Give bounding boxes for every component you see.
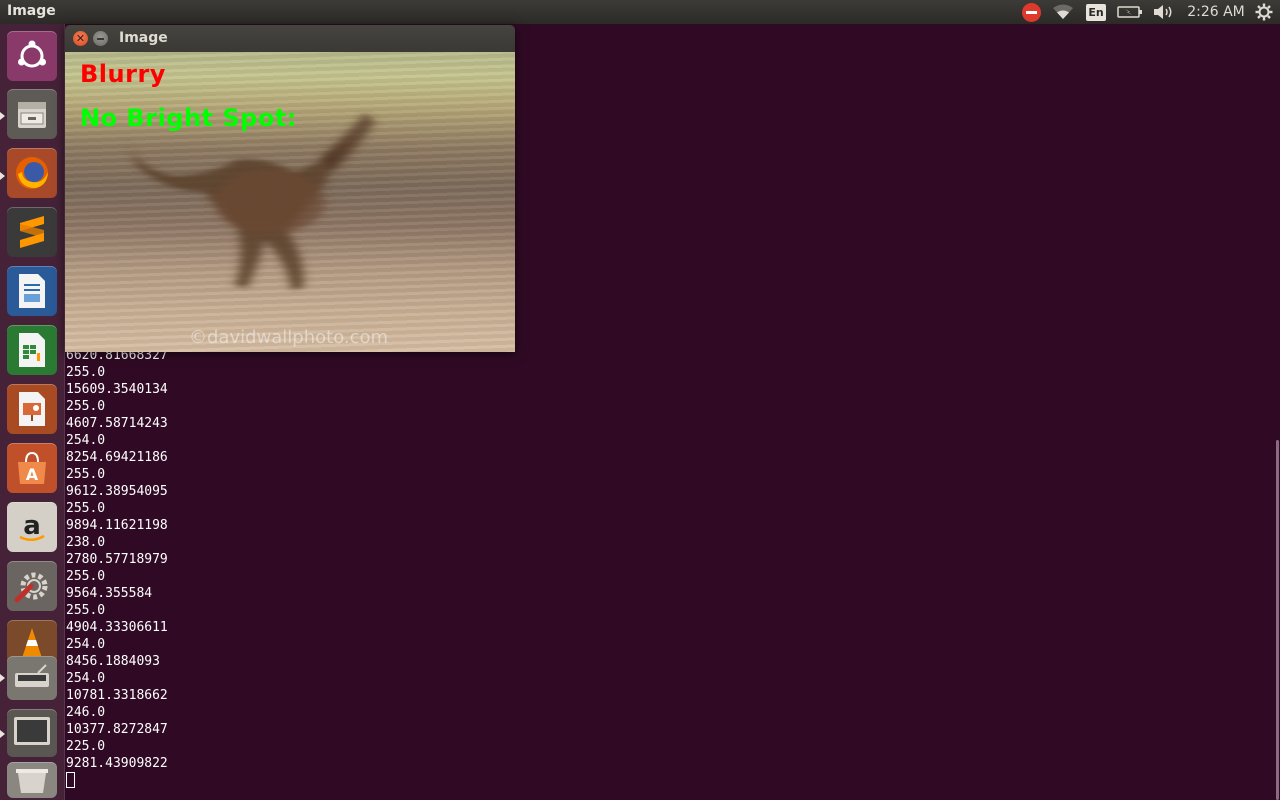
blur-status-label: Blurry <box>80 60 166 88</box>
terminal-line: 10377.8272847 <box>66 722 168 737</box>
keyboard-indicator[interactable]: En <box>1085 0 1107 24</box>
wifi-indicator[interactable] <box>1051 0 1075 24</box>
kangaroo-silhouette <box>125 112 375 290</box>
terminal-line: 238.0 <box>66 535 106 550</box>
terminal-line: 255.0 <box>66 467 106 482</box>
terminal-line: 255.0 <box>66 399 106 414</box>
launcher-item-ubuntu-dash[interactable] <box>7 31 57 81</box>
launcher-item-libreoffice-writer[interactable] <box>7 266 57 316</box>
launcher-item-terminal-window[interactable] <box>7 709 57 757</box>
amazon-icon: a <box>19 511 45 541</box>
terminal-line: 2780.57718979 <box>66 552 168 567</box>
launcher-item-trash[interactable] <box>7 762 57 798</box>
window-title: Image <box>119 30 168 46</box>
terminal-line: 8456.1884093 <box>66 654 160 669</box>
active-app-title: Image <box>7 3 56 19</box>
file-cabinet-icon <box>18 102 46 128</box>
clock[interactable]: 2:26 AM <box>1186 0 1246 24</box>
terminal-line: 254.0 <box>66 671 106 686</box>
no-entry-icon <box>1021 2 1041 22</box>
wifi-icon <box>1053 4 1073 19</box>
terminal-line: 225.0 <box>66 739 106 754</box>
svg-text:A: A <box>26 465 39 484</box>
running-indicator <box>0 172 5 180</box>
launcher-item-sublime-text[interactable] <box>7 207 57 257</box>
running-indicator <box>0 674 5 682</box>
shopping-bag-icon: A <box>18 451 46 484</box>
firefox-icon <box>16 157 48 189</box>
terminal-line: 254.0 <box>66 433 106 448</box>
battery-charging-icon <box>1117 6 1142 18</box>
terminal-line: 4607.58714243 <box>66 416 168 431</box>
scanner-icon <box>15 664 49 687</box>
close-icon: ✕ <box>75 32 86 45</box>
sound-indicator[interactable] <box>1152 0 1176 24</box>
launcher-item-firefox[interactable] <box>7 148 57 198</box>
impress-presentation-icon <box>19 392 45 426</box>
launcher-item-files[interactable] <box>7 89 57 139</box>
sublime-text-icon <box>20 216 44 248</box>
session-menu[interactable] <box>1253 0 1275 24</box>
trash-icon <box>16 769 48 793</box>
window-titlebar[interactable]: ✕ Image <box>65 25 515 52</box>
terminal-line: 9564.355584 <box>66 586 153 601</box>
monitor-icon <box>14 717 50 745</box>
terminal-line: 9281.43909822 <box>66 756 168 771</box>
photo-watermark: ©davidwallphoto.com <box>189 327 389 348</box>
calc-spreadsheet-icon <box>19 333 45 367</box>
terminal-line: 255.0 <box>66 501 106 516</box>
ubuntu-logo-icon <box>18 40 46 68</box>
terminal-line: 246.0 <box>66 705 106 720</box>
launcher-item-amazon[interactable]: a <box>7 502 57 552</box>
launcher-item-software-center[interactable]: A <box>7 443 57 493</box>
terminal-line: 9894.11621198 <box>66 518 168 533</box>
terminal-line: 255.0 <box>66 569 106 584</box>
terminal-output: 6620.81668327 255.0 15609.3540134 255.0 4607… <box>66 347 168 790</box>
close-button[interactable]: ✕ <box>73 31 88 46</box>
terminal-line: 4904.33306611 <box>66 620 168 635</box>
launcher: A a <box>0 24 65 800</box>
launcher-item-libreoffice-calc[interactable] <box>7 325 57 375</box>
keyboard-layout-label: En <box>1086 3 1106 21</box>
no-network-indicator[interactable] <box>1020 0 1042 24</box>
launcher-item-system-settings[interactable] <box>7 561 57 611</box>
running-indicator <box>0 730 5 738</box>
running-indicator <box>0 112 5 120</box>
bright-spot-status-label: No Bright Spot: <box>80 104 297 132</box>
gear-icon <box>1255 3 1273 21</box>
image-window[interactable]: ✕ Image Blurry No Bright Spot: ©davidwal… <box>65 25 515 352</box>
blurry-photo: Blurry No Bright Spot: ©davidwallphoto.c… <box>65 52 515 352</box>
launcher-item-scanner[interactable] <box>7 656 57 700</box>
terminal-line: 10781.3318662 <box>66 688 168 703</box>
minimize-button[interactable] <box>93 31 108 46</box>
speaker-volume-icon <box>1154 5 1172 19</box>
top-panel: Image En 2:26 AM <box>0 0 1280 24</box>
svg-text:a: a <box>23 511 41 541</box>
terminal-line: 15609.3540134 <box>66 382 168 397</box>
battery-indicator[interactable] <box>1116 0 1144 24</box>
terminal-cursor[interactable] <box>66 772 75 788</box>
writer-document-icon <box>19 274 45 308</box>
launcher-item-libreoffice-impress[interactable] <box>7 384 57 434</box>
terminal-line: 255.0 <box>66 603 106 618</box>
terminal-line: 8254.69421186 <box>66 450 168 465</box>
terminal-line: 9612.38954095 <box>66 484 168 499</box>
terminal-scrollbar[interactable] <box>1276 440 1279 800</box>
wrench-gear-icon <box>14 572 48 603</box>
terminal-line: 255.0 <box>66 365 106 380</box>
terminal-line: 254.0 <box>66 637 106 652</box>
